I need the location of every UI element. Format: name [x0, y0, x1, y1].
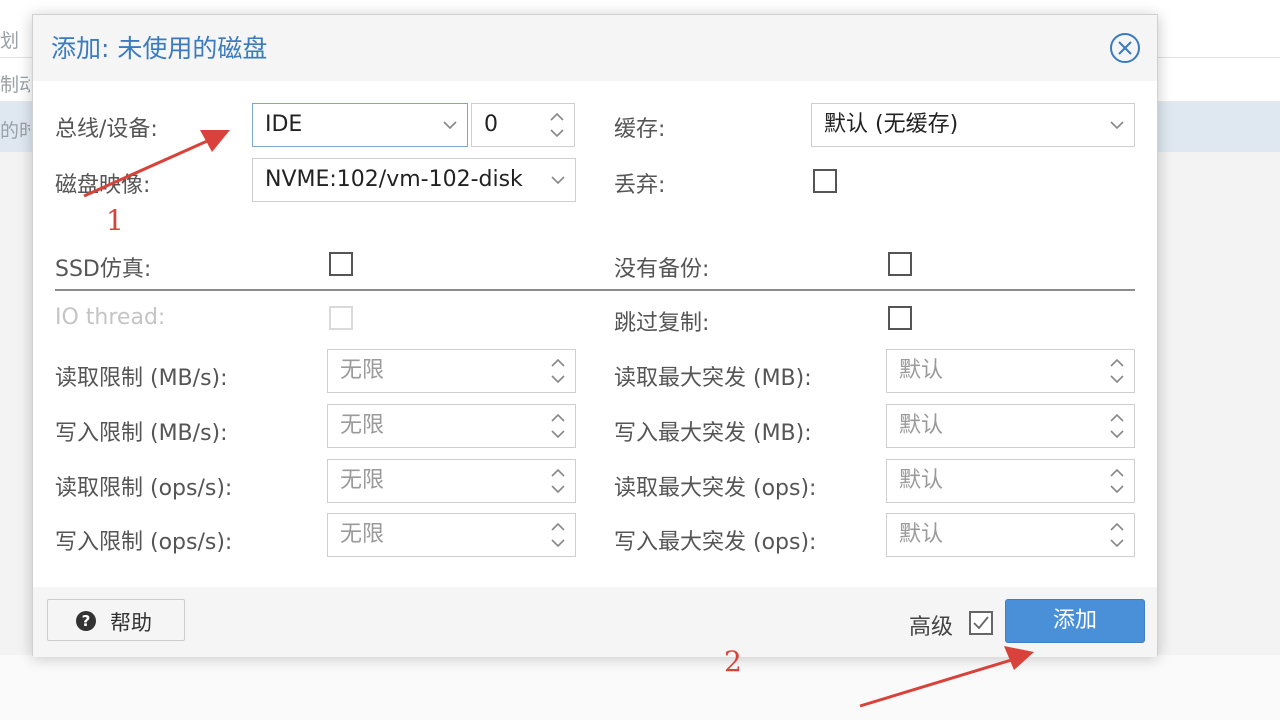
disk-image-select[interactable]: NVME:102/vm-102-disk — [252, 158, 576, 202]
section-divider — [55, 289, 1135, 291]
close-icon — [1118, 41, 1132, 55]
no-backup-label: 没有备份: — [614, 257, 710, 282]
add-button[interactable]: 添加 — [1005, 599, 1145, 643]
read-limit-mb-label: 读取限制 (MB/s): — [55, 366, 228, 391]
write-burst-mb-input[interactable]: 默认 — [886, 404, 1135, 448]
skip-replication-checkbox[interactable] — [888, 306, 912, 330]
spinner-icon[interactable] — [1100, 405, 1134, 447]
dialog-header: 添加: 未使用的磁盘 — [33, 15, 1157, 81]
background-text: 制动 — [0, 74, 30, 96]
spinner-icon[interactable] — [1100, 514, 1134, 556]
disk-image-label: 磁盘映像: — [55, 173, 151, 198]
spinner-icon[interactable] — [541, 405, 575, 447]
add-disk-dialog: 添加: 未使用的磁盘 总线/设备: IDE 0 缓存: 默认 (无缓存) 磁盘映… — [32, 14, 1158, 657]
chevron-down-icon — [433, 104, 467, 146]
write-burst-ops-label: 写入最大突发 (ops): — [614, 530, 817, 555]
read-limit-mb-input[interactable]: 无限 — [327, 349, 576, 393]
chevron-down-icon — [541, 159, 575, 201]
spinner-icon[interactable] — [541, 350, 575, 392]
write-limit-ops-label: 写入限制 (ops/s): — [55, 530, 233, 555]
io-thread-label: IO thread: — [55, 305, 166, 330]
write-limit-mb-label: 写入限制 (MB/s): — [55, 421, 228, 446]
annotation-marker-2: 2 — [724, 645, 742, 678]
write-burst-ops-input[interactable]: 默认 — [886, 513, 1135, 557]
checkmark-icon — [973, 616, 989, 630]
read-burst-mb-label: 读取最大突发 (MB): — [614, 366, 812, 391]
annotation-marker-1: 1 — [106, 204, 124, 237]
read-limit-ops-input[interactable]: 无限 — [327, 459, 576, 503]
chevron-down-icon — [1100, 104, 1134, 146]
read-burst-ops-input[interactable]: 默认 — [886, 459, 1135, 503]
spinner-icon[interactable] — [1100, 460, 1134, 502]
spinner-icon[interactable] — [541, 460, 575, 502]
advanced-checkbox[interactable] — [969, 611, 993, 635]
discard-label: 丢弃: — [614, 173, 666, 198]
help-button[interactable]: ? 帮助 — [47, 599, 185, 641]
write-limit-mb-input[interactable]: 无限 — [327, 404, 576, 448]
device-number-stepper[interactable]: 0 — [471, 103, 575, 147]
io-thread-checkbox — [329, 306, 353, 330]
dialog-body: 总线/设备: IDE 0 缓存: 默认 (无缓存) 磁盘映像: NVME:102… — [33, 81, 1157, 587]
no-backup-checkbox[interactable] — [888, 252, 912, 276]
cache-select[interactable]: 默认 (无缓存) — [811, 103, 1135, 147]
bus-select[interactable]: IDE — [252, 103, 468, 147]
advanced-label: 高级 — [909, 615, 954, 640]
ssd-emulation-label: SSD仿真: — [55, 257, 152, 282]
spinner-icon[interactable] — [541, 514, 575, 556]
background-text: 划 — [0, 30, 20, 52]
write-limit-ops-input[interactable]: 无限 — [327, 513, 576, 557]
close-button[interactable] — [1110, 33, 1140, 63]
spinner-icon[interactable] — [540, 104, 574, 146]
background-text: 的时 — [0, 120, 30, 142]
help-icon: ? — [76, 611, 96, 631]
read-limit-ops-label: 读取限制 (ops/s): — [55, 476, 233, 501]
background-bottom — [0, 655, 1280, 720]
write-burst-mb-label: 写入最大突发 (MB): — [614, 421, 812, 446]
skip-replication-label: 跳过复制: — [614, 311, 710, 336]
spinner-icon[interactable] — [1100, 350, 1134, 392]
dialog-title: 添加: 未使用的磁盘 — [51, 34, 268, 63]
cache-label: 缓存: — [614, 117, 666, 142]
read-burst-ops-label: 读取最大突发 (ops): — [614, 476, 817, 501]
ssd-emulation-checkbox[interactable] — [329, 252, 353, 276]
discard-checkbox[interactable] — [813, 169, 837, 193]
read-burst-mb-input[interactable]: 默认 — [886, 349, 1135, 393]
bus-device-label: 总线/设备: — [55, 117, 158, 142]
